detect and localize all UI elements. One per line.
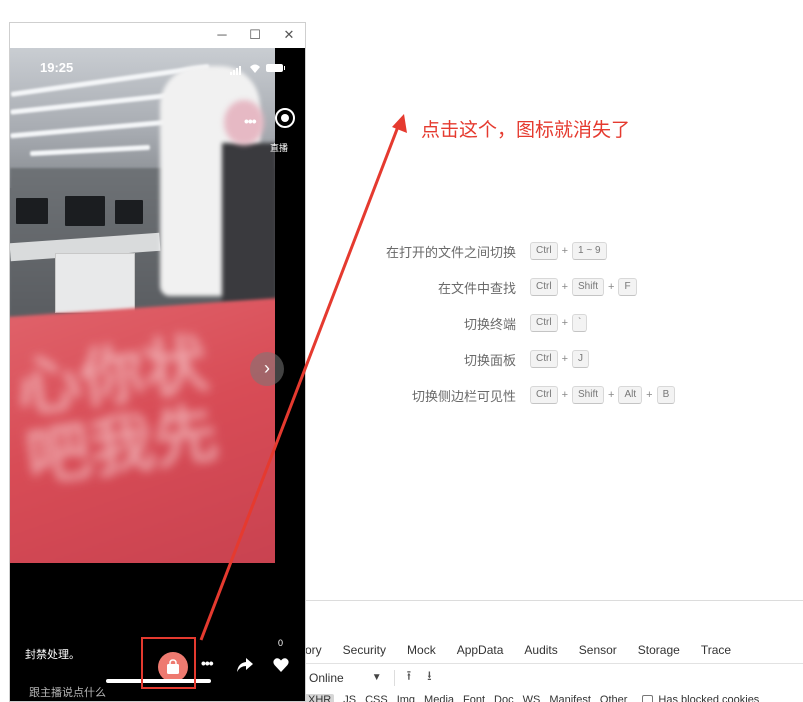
screenshot-stage: 在打开的文件之间切换 Ctrl + 1 ~ 9 在文件中查找 Ctrl + Shif… — [0, 0, 803, 702]
annotation-text: 点击这个，图标就消失了 — [421, 119, 631, 141]
annotation-arrow — [199, 114, 407, 641]
